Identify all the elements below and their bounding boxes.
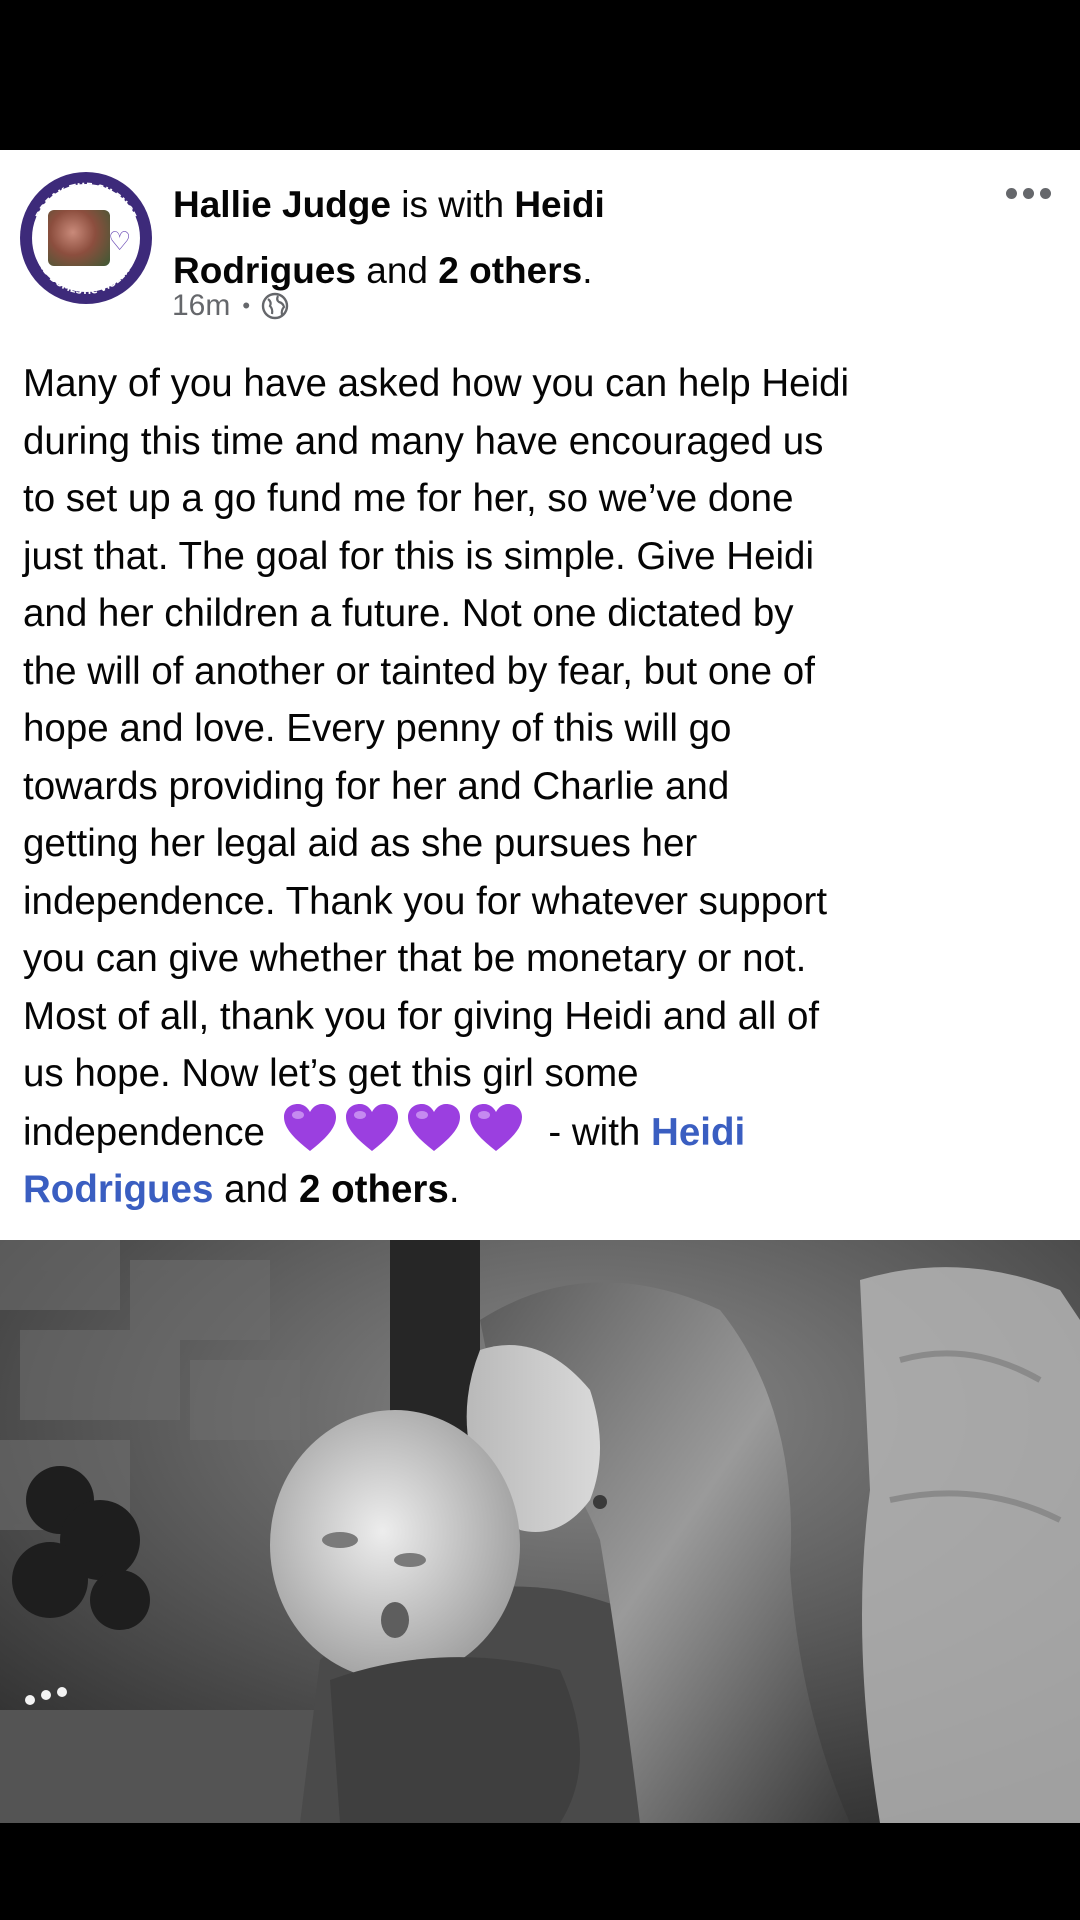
purple-hearts xyxy=(282,1103,530,1162)
bottom-black-bar xyxy=(0,1823,1080,1920)
body-line: during this time and many have encourage… xyxy=(23,419,824,463)
svg-text:END DOMESTIC VIOLENCE: END DOMESTIC VIOLENCE xyxy=(34,256,139,298)
mother-and-baby-photo xyxy=(0,1240,1080,1823)
post-photo[interactable] xyxy=(0,1240,1080,1823)
top-black-bar xyxy=(0,0,1080,150)
body-line: and her children a future. Not one dicta… xyxy=(23,592,794,635)
more-dot xyxy=(1005,187,1017,199)
author-name[interactable]: Hallie Judge xyxy=(173,184,391,225)
body-line: us hope. Now let’s get this girl some xyxy=(23,1052,639,1095)
with-suffix-text: - with xyxy=(548,1110,641,1154)
tagged-others-link[interactable]: 2 others xyxy=(438,250,582,291)
body-line: towards providing for her and Charlie an… xyxy=(23,764,730,808)
tagged-person-link[interactable]: Rodrigues xyxy=(23,1168,213,1211)
and-text: and xyxy=(366,250,428,291)
tagged-others-link[interactable]: 2 others xyxy=(299,1168,449,1211)
meta-separator: • xyxy=(242,293,251,318)
more-dot xyxy=(1022,187,1034,199)
post-header-title: Hallie Judge is with Heidi Rodrigues and … xyxy=(173,172,793,304)
suffix-period: . xyxy=(448,1168,460,1211)
body-line: to set up a go fund me for her, so we’ve… xyxy=(23,477,794,520)
body-line: Most of all, thank you for giving Heidi … xyxy=(23,994,820,1038)
body-line: you can give whether that be monetary or… xyxy=(23,937,807,980)
purple-heart-icon xyxy=(469,1103,522,1151)
body-line: hope and love. Every penny of this will … xyxy=(23,707,732,750)
body-line-tags: Rodrigues and 2 others. xyxy=(23,1161,1053,1219)
author-avatar[interactable]: ♡ BREAK THE SILENCE END DOMESTIC VIOLENC… xyxy=(20,172,152,304)
body-line: just that. The goal for this is simple. … xyxy=(23,534,815,578)
body-line: the will of another or tainted by fear, … xyxy=(23,649,815,693)
facebook-post: ♡ BREAK THE SILENCE END DOMESTIC VIOLENC… xyxy=(0,150,1080,1823)
svg-text:BREAK THE SILENCE: BREAK THE SILENCE xyxy=(34,182,138,221)
body-line: Many of you have asked how you can help … xyxy=(23,362,850,405)
and-text: and xyxy=(224,1168,289,1211)
body-last-word: independence xyxy=(23,1110,265,1154)
post-meta: 16m • xyxy=(172,286,290,326)
more-options-button[interactable] xyxy=(998,178,1058,208)
body-line: independence. Thank you for whatever sup… xyxy=(23,879,828,923)
post-body-text: Many of you have asked how you can help … xyxy=(23,355,1053,1219)
purple-heart-icon xyxy=(283,1103,336,1151)
header-period: . xyxy=(582,250,593,291)
purple-heart-icon xyxy=(407,1103,460,1151)
post-timestamp[interactable]: 16m xyxy=(172,289,230,323)
more-dot xyxy=(1039,187,1051,199)
with-text: is with xyxy=(401,184,505,225)
body-line: getting her legal aid as she pursues her xyxy=(23,822,698,865)
body-line-final: independence - with Heidi xyxy=(23,1103,1053,1162)
purple-heart-icon xyxy=(345,1103,398,1151)
tagged-person-link[interactable]: Heidi xyxy=(651,1111,745,1154)
avatar-ring-logo: BREAK THE SILENCE END DOMESTIC VIOLENCE xyxy=(34,182,139,298)
globe-icon[interactable] xyxy=(260,291,290,321)
